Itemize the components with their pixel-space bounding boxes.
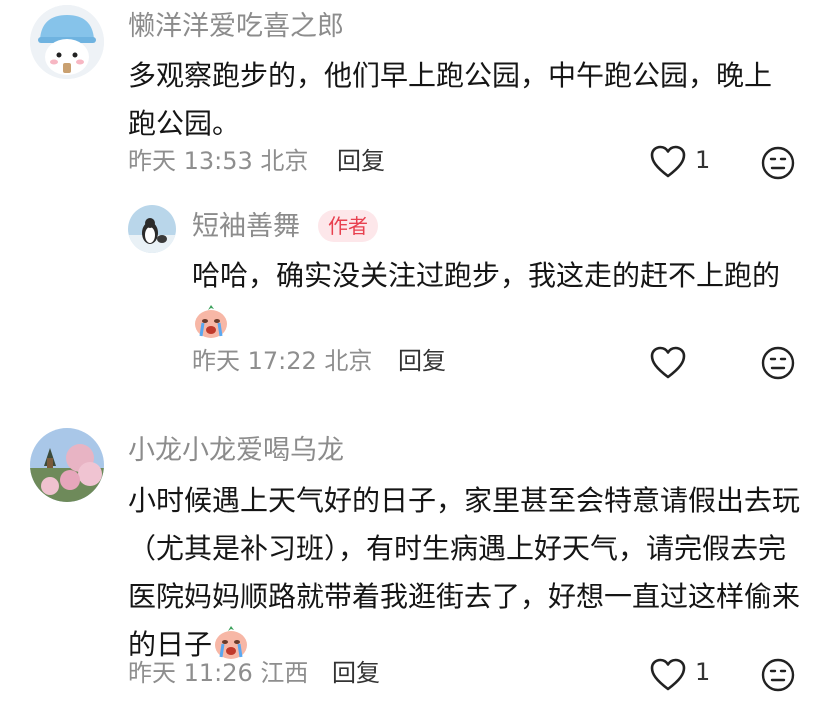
like-count: 1 <box>695 146 711 174</box>
reply-button[interactable]: 回复 <box>337 146 385 176</box>
avatar[interactable] <box>30 428 104 502</box>
like-count: 1 <box>695 658 711 686</box>
landscape-avatar-icon <box>30 428 104 502</box>
neutral-face-icon[interactable] <box>761 346 795 384</box>
neutral-face-icon[interactable] <box>761 658 795 696</box>
comment-text: 哈哈，确实没关注过跑步，我这走的赶不上跑的 <box>192 252 802 354</box>
penguin-avatar-icon <box>128 205 176 253</box>
comment-meta: 昨天 13:53 北京 <box>128 147 309 175</box>
heart-outline-icon[interactable] <box>650 145 686 183</box>
reply-button[interactable]: 回复 <box>398 346 446 376</box>
avatar[interactable] <box>30 5 104 79</box>
heart-outline-icon[interactable] <box>650 658 686 696</box>
comment-username[interactable]: 懒洋洋爱吃喜之郎 <box>128 10 344 44</box>
reply-button[interactable]: 回复 <box>332 658 380 688</box>
avatar[interactable] <box>128 205 176 253</box>
comment-meta: 昨天 11:26 江西 <box>128 659 309 687</box>
comment-text: 多观察跑步的，他们早上跑公园，中午跑公园，晚上跑公园。 <box>128 59 773 140</box>
comment-text: 小时候遇上天气好的日子，家里甚至会特意请假出去玩（尤其是补习班），有时生病遇上好… <box>128 477 800 675</box>
comment-text-content: 哈哈，确实没关注过跑步，我这走的赶不上跑的 <box>192 259 781 292</box>
author-badge: 作者 <box>318 210 378 242</box>
comment-username[interactable]: 短袖善舞 <box>192 210 300 244</box>
cartoon-avatar-icon <box>30 5 104 79</box>
comment-meta: 昨天 17:22 北京 <box>192 347 373 375</box>
neutral-face-icon[interactable] <box>761 146 795 184</box>
heart-outline-icon[interactable] <box>650 346 686 384</box>
comment-username[interactable]: 小龙小龙爱喝乌龙 <box>128 434 344 468</box>
